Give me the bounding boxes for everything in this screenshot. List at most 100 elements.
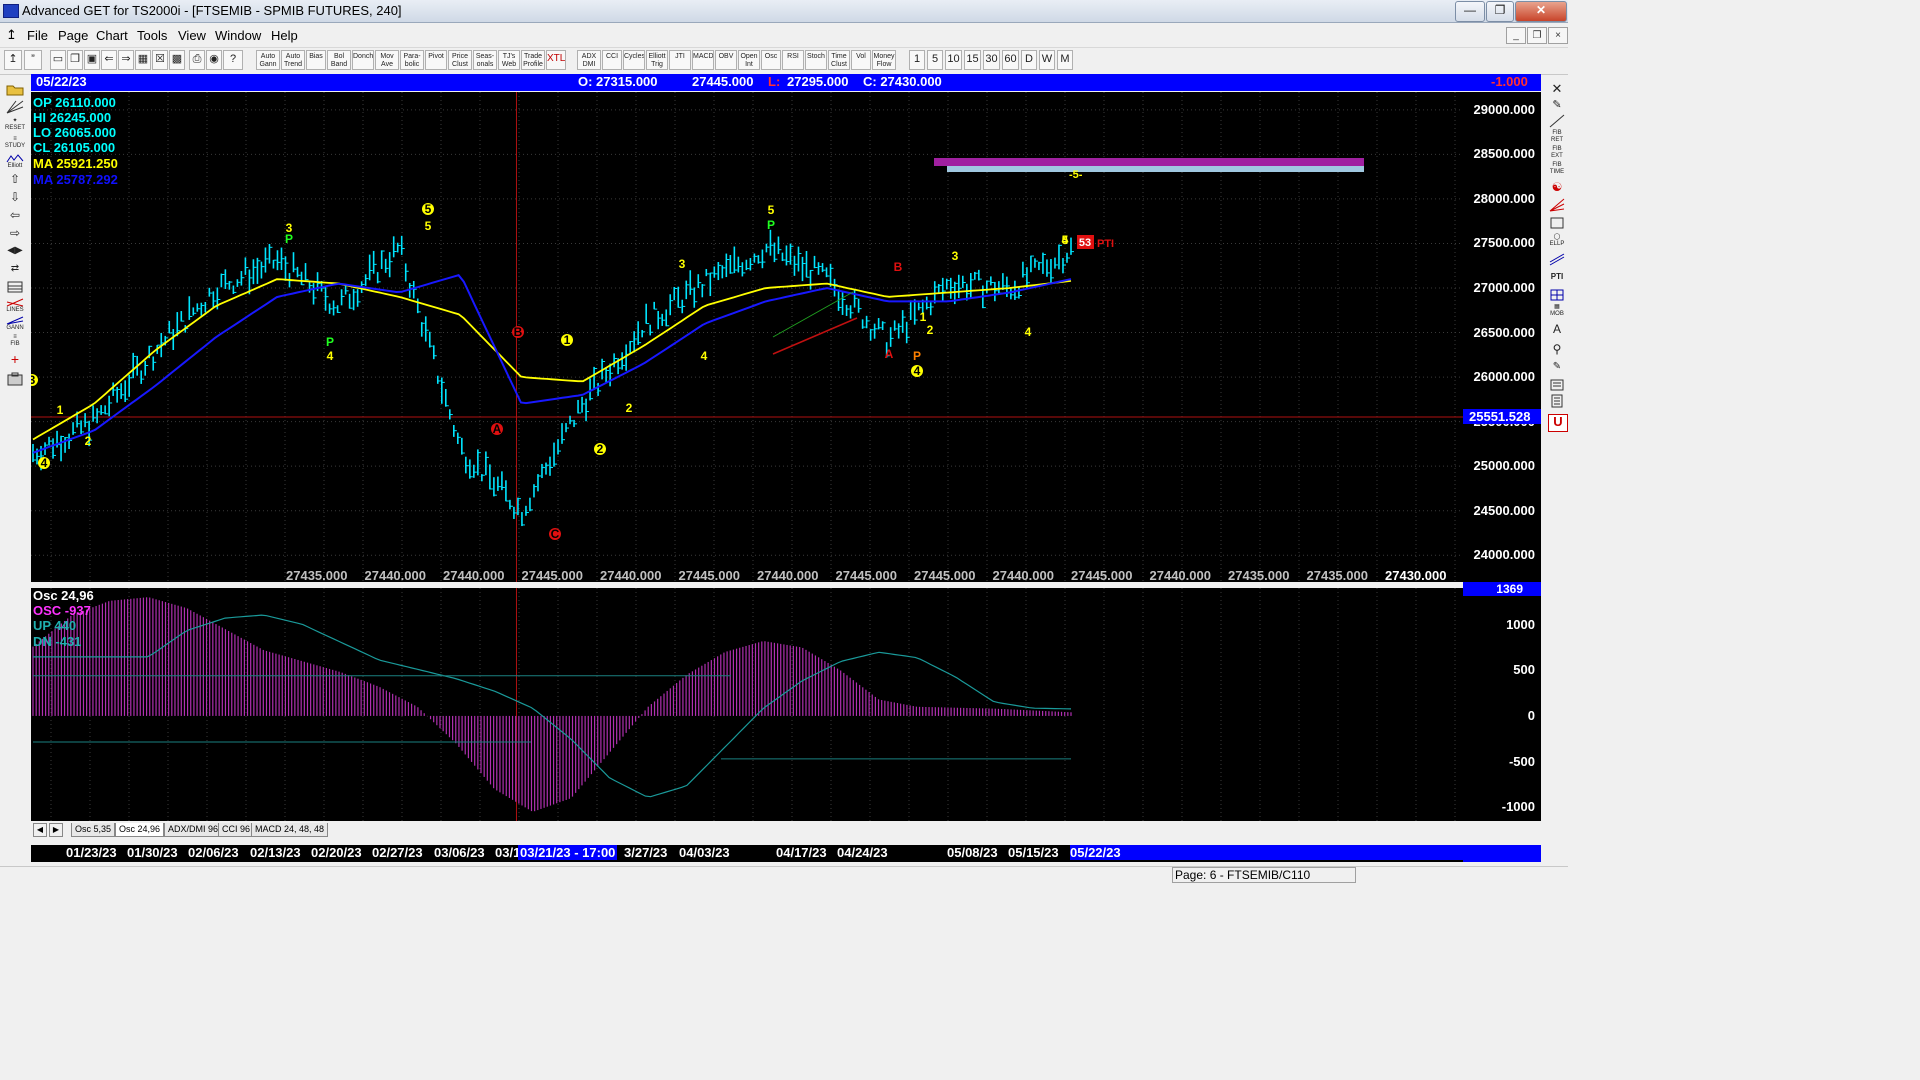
print-icon[interactable]: ⎙	[189, 50, 205, 70]
study-button-donch[interactable]: Donch	[352, 50, 374, 70]
oscillator-axis[interactable]: 1369 1000 500 0 -500 -1000	[1463, 582, 1541, 821]
study-button-mov-ave[interactable]: Mov Ave	[375, 50, 399, 70]
study-button-rsi[interactable]: RSI	[782, 50, 804, 70]
price-chart[interactable]: -5-3PP45535P124341234542124PABCAB53 PTI27…	[26, 92, 1463, 583]
oscillator-chart[interactable]	[31, 588, 1463, 821]
study-button-open-int[interactable]: Open Int	[738, 50, 760, 70]
study-button-price-clust[interactable]: Price Clust	[448, 50, 472, 70]
study-button-time-clust[interactable]: Time Clust	[828, 50, 850, 70]
interval-button-30[interactable]: 30	[983, 50, 1000, 70]
study-button-trade-profile[interactable]: Trade Profile	[521, 50, 545, 70]
grid-icon[interactable]: ▦	[135, 50, 151, 70]
ellipse-icon[interactable]: ◯ ELLP	[1548, 234, 1566, 250]
arrow-left-icon[interactable]: ⇦	[4, 208, 26, 224]
reset-icon[interactable]: ✦ RESET	[4, 118, 26, 134]
eraser-icon[interactable]: ✎	[1548, 360, 1566, 376]
chart-window-icon[interactable]: ▣	[84, 50, 100, 70]
cross-cursor-icon[interactable]: ✕	[1548, 82, 1566, 98]
study-icon[interactable]: ≡ STUDY	[4, 136, 26, 152]
menu-view[interactable]: View	[178, 28, 206, 43]
copy-icon[interactable]: ❐	[67, 50, 83, 70]
study-button-bias[interactable]: Bias	[306, 50, 326, 70]
new-page-icon[interactable]: ▭	[50, 50, 66, 70]
study-button-macd[interactable]: MACD	[692, 50, 714, 70]
channel-icon[interactable]	[1548, 252, 1566, 268]
trendline-icon[interactable]	[1548, 114, 1566, 130]
interval-button-15[interactable]: 15	[964, 50, 981, 70]
tab-macd[interactable]: MACD 24, 48, 48	[251, 823, 329, 837]
study-button-vol[interactable]: Vol	[851, 50, 871, 70]
mob-icon[interactable]: ▦ MOB	[1548, 304, 1566, 320]
mdi-minimize-button[interactable]: _	[1506, 27, 1526, 44]
toolbox-icon[interactable]	[4, 372, 26, 388]
forward-icon[interactable]: ⇒	[118, 50, 134, 70]
text-tool-icon[interactable]: A	[1548, 322, 1566, 338]
mdi-close-button[interactable]: ×	[1548, 27, 1568, 44]
menu-window[interactable]: Window	[215, 28, 261, 43]
lightbulb-icon[interactable]: ◉	[206, 50, 222, 70]
report-icon[interactable]	[1548, 394, 1566, 410]
compress-icon[interactable]: ◀▶	[4, 244, 26, 260]
tab-osc-24-96[interactable]: Osc 24,96	[115, 823, 165, 837]
pencil-icon[interactable]: ✎	[1548, 98, 1566, 114]
fib-ext-icon[interactable]: FIB EXT	[1548, 146, 1566, 162]
chart-list-icon[interactable]	[1548, 378, 1566, 394]
study-button-jti[interactable]: JTI	[669, 50, 691, 70]
study-button-seas-onals[interactable]: Seas-onals	[473, 50, 497, 70]
close-button[interactable]: ✕	[1515, 1, 1567, 22]
mdi-restore-button[interactable]: ❐	[1527, 27, 1547, 44]
arrow-up-icon[interactable]: ⇧	[4, 172, 26, 188]
study-button-tj-s-web[interactable]: TJ's Web	[498, 50, 520, 70]
fan-icon[interactable]	[1548, 198, 1566, 214]
lines-icon[interactable]: LINES	[4, 298, 26, 314]
circle-tool-icon[interactable]: ☯	[1548, 180, 1566, 196]
study-button-cycles[interactable]: Cycles	[623, 50, 645, 70]
study-button-para-bolic[interactable]: Para-bolic	[400, 50, 424, 70]
gann-icon[interactable]: GANN	[4, 316, 26, 332]
layout-icon[interactable]: ▩	[169, 50, 185, 70]
date-axis[interactable]: 01/23/23 01/30/23 02/06/23 02/13/23 02/20/23…	[31, 845, 1465, 862]
menu-page[interactable]: Page	[58, 28, 88, 43]
arrow-right-icon[interactable]: ⇨	[4, 226, 26, 242]
fib-ret-icon[interactable]: FIB RET	[1548, 130, 1566, 146]
restore-button[interactable]: ❐	[1486, 1, 1514, 22]
interval-button-w[interactable]: W	[1039, 50, 1055, 70]
tab-adx-dmi[interactable]: ADX/DMI 96	[164, 823, 223, 837]
pointer-tool-icon[interactable]: ↥	[4, 50, 22, 70]
help-cursor-icon[interactable]: ?	[223, 50, 243, 70]
open-folder-icon[interactable]	[4, 82, 26, 98]
study-button-bol-band[interactable]: Bol Band	[327, 50, 351, 70]
menu-help[interactable]: Help	[271, 28, 298, 43]
menu-chart[interactable]: Chart	[96, 28, 128, 43]
grid-tool-icon[interactable]	[1548, 288, 1566, 304]
interval-button-10[interactable]: 10	[945, 50, 962, 70]
tab-scroll-left-icon[interactable]: ◀	[33, 823, 47, 837]
crosshair-icon[interactable]: +	[4, 352, 26, 368]
delete-icon[interactable]: ☒	[152, 50, 168, 70]
tab-osc-5-35[interactable]: Osc 5,35	[71, 823, 116, 837]
study-button-money-flow[interactable]: Money Flow	[872, 50, 896, 70]
study-button-osc[interactable]: Osc	[761, 50, 781, 70]
study-button-pivot[interactable]: Pivot	[425, 50, 447, 70]
menu-tools[interactable]: Tools	[137, 28, 167, 43]
tab-cci[interactable]: CCI 96	[218, 823, 255, 837]
study-button-stoch[interactable]: Stoch	[805, 50, 827, 70]
box-icon[interactable]	[1548, 216, 1566, 232]
zoom-icon[interactable]: ⚲	[1548, 342, 1566, 358]
back-icon[interactable]: ⇐	[101, 50, 117, 70]
interval-button-m[interactable]: M	[1057, 50, 1073, 70]
fib-icon[interactable]: ≡ FIB	[4, 334, 26, 350]
study-button-auto-trend[interactable]: Auto Trend	[281, 50, 305, 70]
study-button-auto-gann[interactable]: Auto Gann	[256, 50, 280, 70]
scale-icon[interactable]	[4, 280, 26, 296]
pti-icon[interactable]: PTI	[1548, 270, 1566, 286]
study-button-obv[interactable]: OBV	[715, 50, 737, 70]
interval-button-5[interactable]: 5	[927, 50, 943, 70]
elliott-icon[interactable]: Elliott	[4, 154, 26, 170]
interval-button-1[interactable]: 1	[909, 50, 925, 70]
interval-button-60[interactable]: 60	[1002, 50, 1019, 70]
price-axis[interactable]: 29000.000 28500.000 28000.000 27500.000 2700…	[1463, 92, 1541, 582]
doc-icon[interactable]: ↥	[6, 27, 17, 43]
tab-scroll-right-icon[interactable]: ▶	[49, 823, 63, 837]
expand-icon[interactable]: ⇄	[4, 262, 26, 278]
